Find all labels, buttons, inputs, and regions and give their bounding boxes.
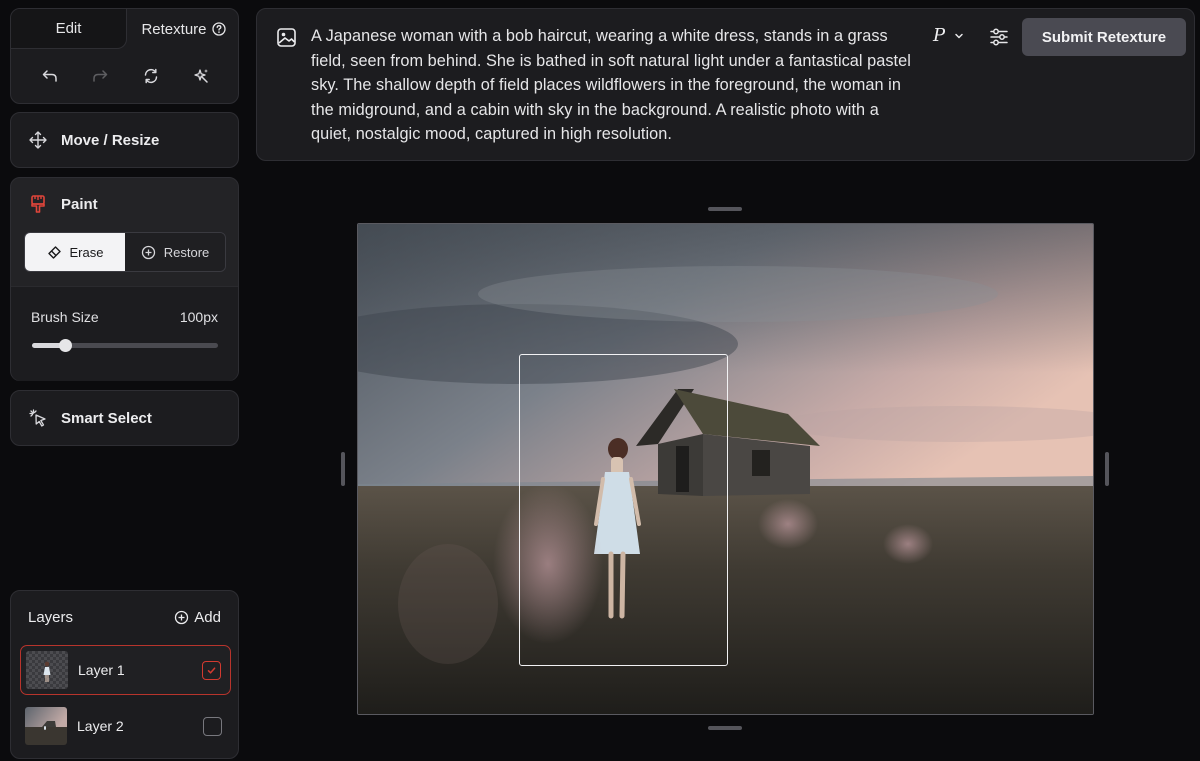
paint-tool: Paint Erase Restore Brush Size 100px [10, 177, 239, 381]
canvas-resize-handle-bottom[interactable] [708, 726, 742, 730]
magic-button[interactable] [187, 62, 215, 90]
paint-label: Paint [61, 195, 98, 213]
eraser-icon [47, 245, 61, 259]
tab-retexture[interactable]: Retexture [127, 9, 238, 49]
model-label: P [933, 25, 946, 46]
restore-button[interactable]: Restore [125, 233, 225, 271]
brush-size-value: 100px [179, 309, 218, 325]
refresh-icon [144, 68, 157, 84]
layer-name: Layer 2 [77, 718, 124, 734]
tab-retexture-label: Retexture [141, 20, 207, 38]
erase-label: Erase [69, 244, 104, 260]
prompt-panel: A Japanese woman with a bob haircut, wea… [256, 8, 1195, 161]
restore-label: Restore [163, 244, 210, 260]
brush-size-thumb[interactable] [59, 339, 73, 352]
plus-circle-icon [175, 610, 189, 625]
brush-size-label: Brush Size [31, 309, 99, 325]
check-icon [207, 666, 216, 674]
help-icon[interactable] [211, 22, 226, 36]
model-select[interactable]: P [933, 25, 964, 46]
history-toolbar [11, 61, 238, 91]
canvas-resize-handle-right[interactable] [1105, 452, 1109, 486]
smart-select-tool[interactable]: Smart Select [10, 390, 239, 446]
magic-icon [194, 69, 208, 83]
redo-button[interactable] [86, 62, 114, 90]
brush-size-control: Brush Size 100px [11, 286, 238, 381]
layer-checkbox[interactable] [202, 660, 221, 680]
add-layer-label: Add [194, 609, 221, 626]
add-layer-button[interactable]: Add [174, 609, 221, 626]
move-resize-label: Move / Resize [61, 131, 160, 149]
canvas-resize-handle-top[interactable] [708, 207, 742, 211]
layer-row[interactable]: Layer 1 [20, 645, 231, 695]
image-icon [276, 27, 297, 53]
settings-button[interactable] [987, 25, 1011, 49]
tab-edit[interactable]: Edit [11, 9, 127, 49]
smart-select-label: Smart Select [61, 409, 152, 427]
paint-brush-icon [31, 195, 45, 213]
undo-button[interactable] [36, 62, 64, 90]
layer-checkbox[interactable] [203, 716, 222, 736]
layer-thumbnail [25, 707, 67, 745]
layers-title: Layers [28, 609, 74, 626]
redo-icon [93, 70, 108, 82]
paint-header[interactable]: Paint [28, 194, 98, 214]
smart-select-icon [29, 409, 46, 427]
brush-size-slider[interactable] [32, 339, 218, 352]
layers-panel: Layers Add Layer 1 Layer 2 [10, 590, 239, 759]
chevron-down-icon [955, 33, 963, 38]
canvas-resize-handle-left[interactable] [341, 452, 345, 486]
layer-name: Layer 1 [78, 662, 125, 678]
move-resize-tool[interactable]: Move / Resize [10, 112, 239, 168]
selection-box[interactable] [519, 354, 728, 666]
prompt-input[interactable]: A Japanese woman with a bob haircut, wea… [311, 24, 921, 147]
tab-edit-label: Edit [55, 20, 82, 37]
move-icon [29, 131, 47, 149]
tool-panel: Edit Retexture [10, 8, 239, 104]
sliders-icon [990, 28, 1008, 46]
paint-mode-toggle: Erase Restore [24, 232, 226, 272]
layer-thumbnail [26, 651, 68, 689]
erase-button[interactable]: Erase [25, 233, 125, 271]
submit-retexture-button[interactable]: Submit Retexture [1022, 18, 1186, 56]
plus-circle-icon [141, 245, 155, 259]
image-canvas[interactable] [357, 223, 1094, 715]
layer-row[interactable]: Layer 2 [20, 701, 231, 751]
undo-icon [42, 70, 57, 82]
refresh-button[interactable] [137, 62, 165, 90]
